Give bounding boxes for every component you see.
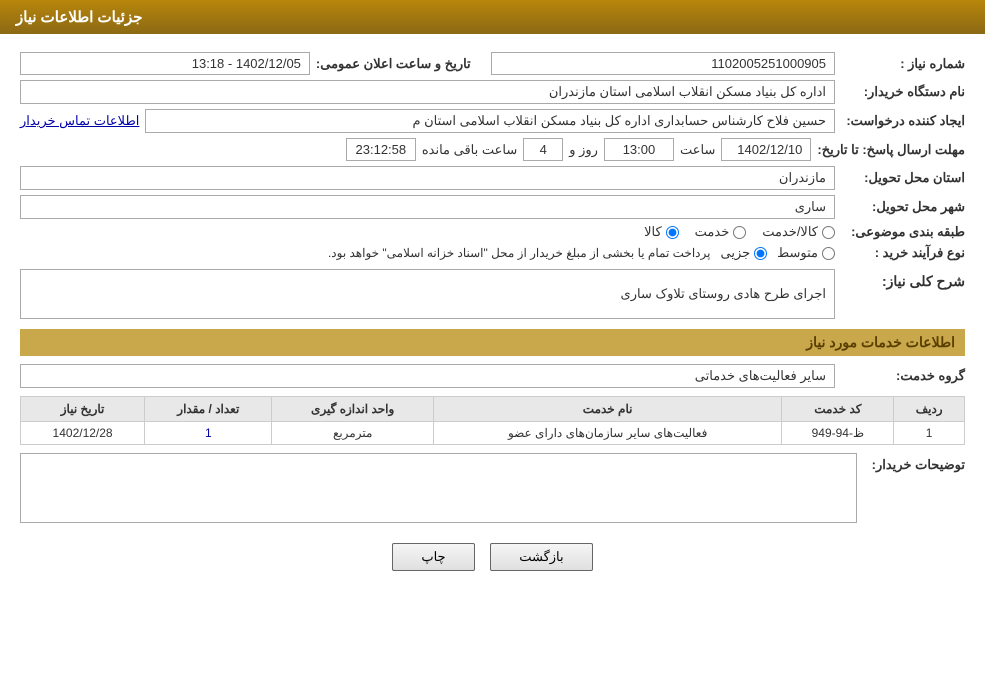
- process-jozvi-radio[interactable]: [754, 247, 767, 260]
- process-mottaveset-radio[interactable]: [822, 247, 835, 260]
- cell-measurement-unit: مترمربع: [272, 422, 433, 445]
- category-kala-option[interactable]: کالا: [644, 224, 679, 240]
- announcement-value: 1402/12/05 - 13:18: [20, 52, 310, 75]
- response-days: 4: [523, 138, 563, 161]
- cell-need-date: 1402/12/28: [21, 422, 145, 445]
- delivery-city-value: ساری: [20, 195, 835, 219]
- buyer-notes-textarea[interactable]: [20, 453, 857, 523]
- response-date: 1402/12/10: [721, 138, 811, 161]
- page-title: جزئیات اطلاعات نیاز: [16, 9, 143, 26]
- response-date-label: مهلت ارسال پاسخ: تا تاریخ:: [811, 142, 965, 158]
- creator-label: ایجاد کننده درخواست:: [835, 113, 965, 129]
- services-table: ردیف کد خدمت نام خدمت واحد اندازه گیری ت…: [20, 396, 965, 445]
- col-measurement-unit: واحد اندازه گیری: [272, 397, 433, 422]
- process-jozvi-option[interactable]: جزیی: [720, 245, 767, 261]
- buyer-org-label: نام دستگاه خریدار:: [835, 84, 965, 100]
- page-header: جزئیات اطلاعات نیاز: [0, 0, 985, 34]
- services-section-title: اطلاعات خدمات مورد نیاز: [20, 329, 965, 356]
- col-need-date: تاریخ نیاز: [21, 397, 145, 422]
- cell-service-name: فعالیت‌های سایر سازمان‌های دارای عضو: [433, 422, 781, 445]
- col-quantity: تعداد / مقدار: [145, 397, 272, 422]
- response-time: 13:00: [604, 138, 674, 161]
- process-type-label: نوع فرآیند خرید :: [835, 245, 965, 261]
- buyer-notes-label: توضیحات خریدار:: [865, 453, 965, 473]
- back-button[interactable]: بازگشت: [490, 543, 592, 571]
- col-row-number: ردیف: [894, 397, 965, 422]
- category-kala-label: کالا: [644, 224, 662, 240]
- response-remaining-label: ساعت باقی مانده: [422, 142, 517, 158]
- cell-row-number: 1: [894, 422, 965, 445]
- category-khedmat-option[interactable]: خدمت: [695, 224, 747, 240]
- buyer-org-value: اداره کل بنیاد مسکن انقلاب اسلامی استان …: [20, 80, 835, 104]
- general-description-title: شرح کلی نیاز:: [835, 269, 965, 290]
- creator-value: حسین فلاح کارشناس حسابداری اداره کل بنیا…: [145, 109, 835, 133]
- process-jozvi-label: جزیی: [720, 245, 750, 261]
- category-khedmat-label: خدمت: [695, 224, 730, 240]
- process-description: پرداخت تمام یا بخشی از مبلغ خریدار از مح…: [328, 246, 711, 260]
- service-group-value: سایر فعالیت‌های خدماتی: [20, 364, 835, 388]
- response-day-label: روز و: [569, 142, 598, 158]
- delivery-city-label: شهر محل تحویل:: [835, 199, 965, 215]
- category-label: طبقه بندی موضوعی:: [835, 224, 965, 240]
- col-service-name: نام خدمت: [433, 397, 781, 422]
- response-remaining: 23:12:58: [346, 138, 416, 161]
- need-number-value: 1102005251000905: [491, 52, 835, 75]
- col-service-code: کد خدمت: [782, 397, 894, 422]
- delivery-province-label: استان محل تحویل:: [835, 170, 965, 186]
- announcement-label: تاریخ و ساعت اعلان عمومی:: [310, 56, 471, 72]
- table-row: 1 ظ-94-949 فعالیت‌های سایر سازمان‌های دا…: [21, 422, 965, 445]
- cell-quantity: 1: [145, 422, 272, 445]
- process-mottaveset-option[interactable]: متوسط: [777, 245, 835, 261]
- cell-service-code: ظ-94-949: [782, 422, 894, 445]
- service-group-label: گروه خدمت:: [835, 368, 965, 384]
- category-kala-khedmat-radio[interactable]: [822, 226, 835, 239]
- category-kala-radio[interactable]: [666, 226, 679, 239]
- category-kala-khedmat-option[interactable]: کالا/خدمت: [762, 224, 835, 240]
- category-khedmat-radio[interactable]: [733, 226, 746, 239]
- category-kala-khedmat-label: کالا/خدمت: [762, 224, 818, 240]
- response-time-label: ساعت: [680, 142, 715, 158]
- print-button[interactable]: چاپ: [392, 543, 474, 571]
- need-number-label: شماره نیاز :: [835, 56, 965, 72]
- delivery-province-value: مازندران: [20, 166, 835, 190]
- general-description-value: اجرای طرح هادی روستای تلاوک ساری: [20, 269, 835, 319]
- button-row: بازگشت چاپ: [20, 531, 965, 587]
- process-mottaveset-label: متوسط: [777, 245, 818, 261]
- contact-link[interactable]: اطلاعات تماس خریدار: [20, 113, 139, 129]
